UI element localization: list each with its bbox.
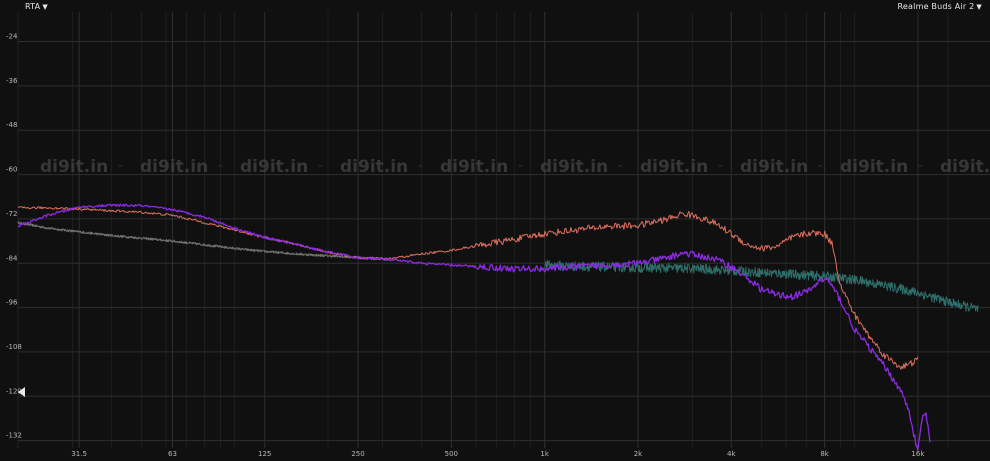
watermark-text: di9it.in (940, 157, 990, 177)
rta-menu-button[interactable]: RTA ▼ (25, 2, 48, 11)
y-tick-label: -48 (6, 121, 17, 129)
y-tick-label: -132 (6, 432, 22, 440)
y-tick-label: -36 (6, 77, 18, 85)
x-tick-label: 1k (540, 450, 549, 458)
watermark-separator: - (518, 158, 523, 174)
watermark-separator: - (718, 158, 723, 174)
x-tick-label: 4k (727, 450, 736, 458)
x-tick-label: 2k (634, 450, 643, 458)
watermark-text: di9it.in (240, 157, 308, 177)
triangle-down-icon: ▼ (42, 3, 48, 11)
x-tick-label: 31.5 (71, 450, 87, 458)
y-tick-label: -108 (6, 343, 22, 351)
x-tick-label: 8k (820, 450, 829, 458)
x-tick-label: 63 (168, 450, 177, 458)
frequency-response-chart: 31.5 63 125 250 500 1k 2k 4k 8k 16k -24 -36 -48 -60 -7… (0, 0, 990, 461)
device-label: Realme Buds Air 2 (897, 2, 975, 11)
watermark-separator: - (118, 158, 123, 174)
x-tick-label: 125 (258, 450, 271, 458)
watermark-separator: - (418, 158, 423, 174)
y-tick-label: -24 (6, 33, 18, 41)
watermark-text: di9it.in (140, 157, 208, 177)
y-tick-label: -60 (6, 166, 17, 174)
watermark-text: di9it.in (840, 157, 908, 177)
rta-analyzer-window: 31.5 63 125 250 500 1k 2k 4k 8k 16k -24 -36 -48 -60 -7… (0, 0, 990, 461)
device-select-button[interactable]: Realme Buds Air 2 ▼ (898, 2, 982, 11)
y-tick-label: -84 (6, 254, 18, 262)
triangle-down-icon: ▼ (976, 3, 982, 11)
watermark-separator: - (918, 158, 923, 174)
watermark-text: di9it.in (440, 157, 508, 177)
plot-background (0, 0, 990, 461)
watermark-text: di9it.in (540, 157, 608, 177)
watermark-separator: - (218, 158, 223, 174)
watermark-separator: - (318, 158, 323, 174)
watermark-text: di9it.in (740, 157, 808, 177)
watermark-text: di9it.in (640, 157, 708, 177)
watermark-separator: - (818, 158, 823, 174)
x-tick-label: 250 (351, 450, 364, 458)
reference-level-marker[interactable] (18, 387, 25, 397)
watermark-text: di9it.in (40, 157, 108, 177)
y-tick-label: -96 (6, 299, 18, 307)
x-tick-label: 500 (445, 450, 458, 458)
watermark-separator: - (618, 158, 623, 174)
x-tick-label: 16k (911, 450, 925, 458)
rta-label: RTA (25, 2, 41, 11)
watermark-text: di9it.in (340, 157, 408, 177)
y-tick-label: -72 (6, 210, 17, 218)
